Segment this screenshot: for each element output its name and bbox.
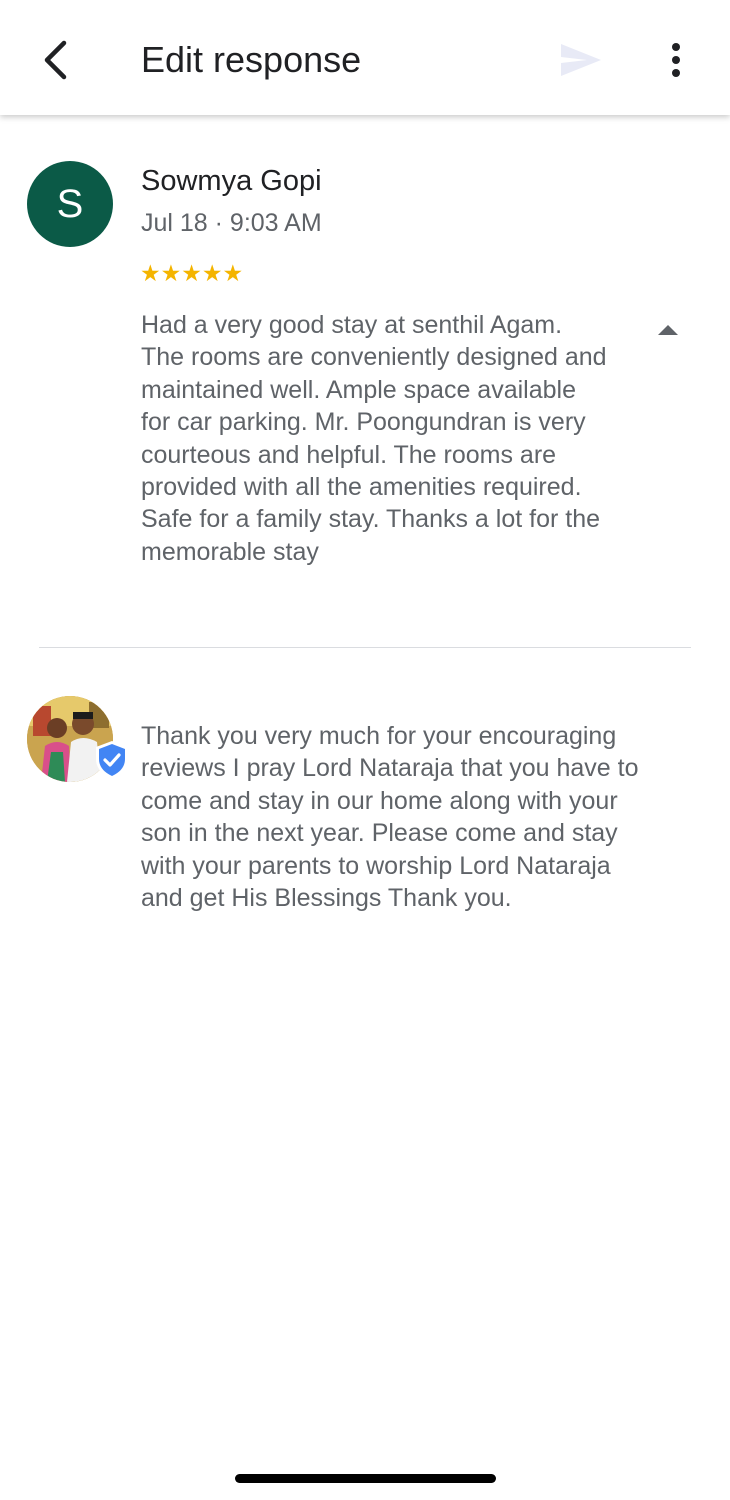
send-button[interactable] (556, 38, 606, 82)
star-rating: ★★★★★ (140, 260, 244, 286)
back-button[interactable] (30, 35, 80, 85)
more-options-button[interactable] (655, 38, 697, 82)
page-title: Edit response (141, 39, 362, 80)
send-icon (561, 44, 601, 76)
reviewer-avatar[interactable]: S (27, 161, 113, 247)
caret-up-icon (658, 325, 678, 335)
owner-reply-text[interactable]: Thank you very much for your encouraging… (141, 720, 641, 914)
review-text: Had a very good stay at senthil Agam. Th… (141, 311, 607, 566)
home-indicator[interactable] (235, 1474, 496, 1483)
verified-shield-icon (96, 741, 128, 779)
reviewer-name[interactable]: Sowmya Gopi (141, 163, 322, 199)
more-vert-icon (672, 43, 680, 77)
chevron-left-icon (44, 40, 67, 80)
app-bar: Edit response (0, 0, 730, 115)
review-timestamp: Jul 18 · 9:03 AM (141, 209, 322, 237)
divider (39, 647, 691, 648)
collapse-review-button[interactable] (648, 315, 688, 345)
